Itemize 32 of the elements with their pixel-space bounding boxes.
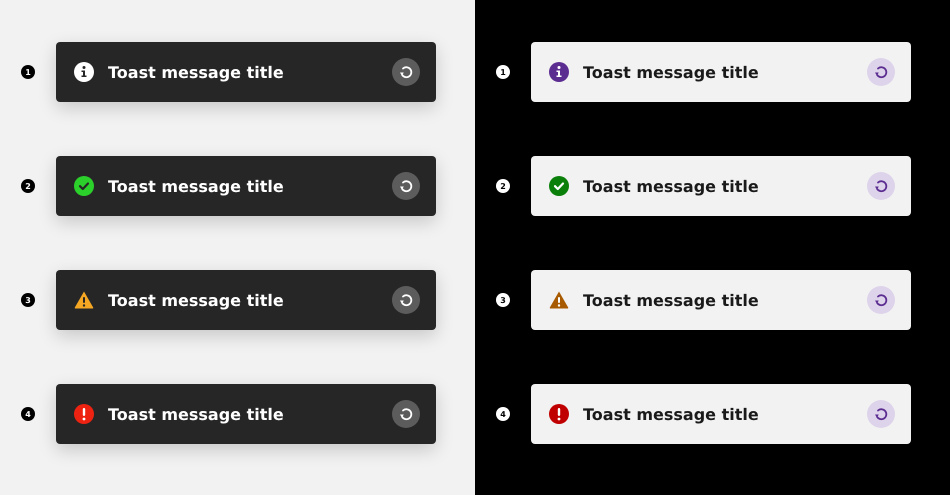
toast-title: Toast message title xyxy=(108,290,285,310)
undo-button[interactable] xyxy=(392,400,420,428)
number-badge: 4 xyxy=(21,407,35,421)
undo-icon xyxy=(873,64,889,80)
undo-icon xyxy=(398,178,414,194)
toast-title: Toast message title xyxy=(108,404,285,424)
undo-icon xyxy=(873,406,889,422)
undo-button[interactable] xyxy=(392,172,420,200)
undo-icon xyxy=(398,292,414,308)
undo-button[interactable] xyxy=(392,286,420,314)
number-badge: 2 xyxy=(496,179,510,193)
toast-title: Toast message title xyxy=(583,176,760,196)
undo-icon xyxy=(398,64,414,80)
number-badge: 3 xyxy=(496,293,510,307)
undo-button[interactable] xyxy=(867,286,895,314)
toast-title: Toast message title xyxy=(108,62,285,82)
toast-title: Toast message title xyxy=(583,404,760,424)
undo-button[interactable] xyxy=(867,58,895,86)
undo-button[interactable] xyxy=(392,58,420,86)
number-badge: 3 xyxy=(21,293,35,307)
undo-button[interactable] xyxy=(867,400,895,428)
number-badge: 1 xyxy=(21,65,35,79)
undo-icon xyxy=(873,178,889,194)
toast-title: Toast message title xyxy=(583,290,760,310)
number-badge: 2 xyxy=(21,179,35,193)
number-badge: 4 xyxy=(496,407,510,421)
undo-icon xyxy=(873,292,889,308)
toast-title: Toast message title xyxy=(583,62,760,82)
undo-icon xyxy=(398,406,414,422)
toast-title: Toast message title xyxy=(108,176,285,196)
undo-button[interactable] xyxy=(867,172,895,200)
number-badge: 1 xyxy=(496,65,510,79)
